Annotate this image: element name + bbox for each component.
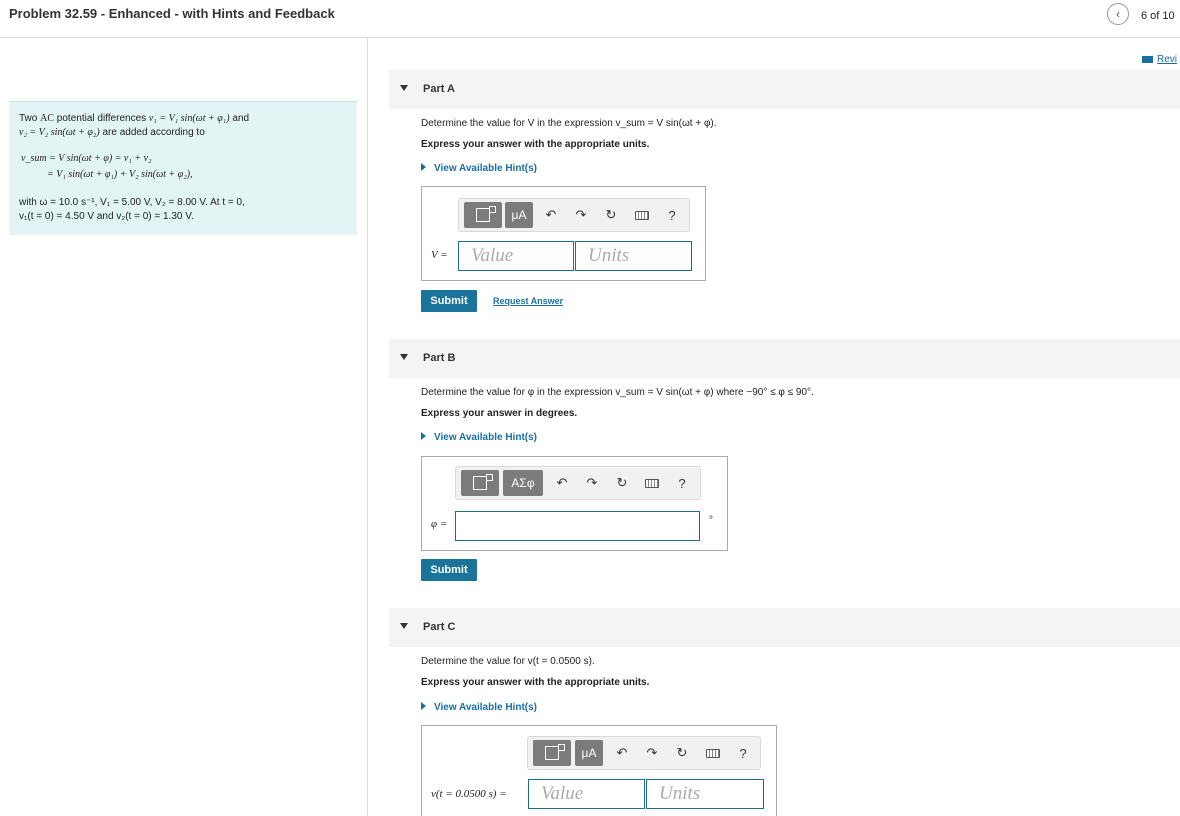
part-a-instruction: Express your answer with the appropriate… xyxy=(421,139,650,150)
sum-equation-expanded: = V₁ sin(ωt + φ₁) + V₂ sin(ωt + φ₂), xyxy=(47,169,193,180)
part-c-toolbar: μA ↶ ↷ ↻ ? xyxy=(527,736,761,770)
part-b-question: Determine the value for φ in the express… xyxy=(421,387,814,398)
reset-icon[interactable]: ↻ xyxy=(612,473,632,493)
reset-icon[interactable]: ↻ xyxy=(601,205,621,225)
part-b-variable-label: φ = xyxy=(431,518,448,530)
template-button[interactable] xyxy=(461,470,499,496)
part-a-value-input[interactable]: Value xyxy=(458,241,574,271)
redo-icon[interactable]: ↷ xyxy=(582,473,602,493)
caret-down-icon xyxy=(400,623,408,629)
part-c-question: Determine the value for v(t = 0.0500 s). xyxy=(421,656,595,667)
keyboard-icon[interactable] xyxy=(632,205,652,225)
part-c-value-input[interactable]: Value xyxy=(528,779,645,809)
part-c-units-input[interactable]: Units xyxy=(646,779,764,809)
caret-down-icon xyxy=(400,85,408,91)
review-link[interactable]: Revi xyxy=(1142,54,1177,65)
sum-equation: v_sum = V sin(ωt + φ) = v₁ + v₂ xyxy=(21,153,152,164)
part-b-hint-link[interactable]: View Available Hint(s) xyxy=(421,432,537,443)
caret-down-icon xyxy=(400,354,408,360)
part-b-answer-box: ΑΣφ ↶ ↷ ↻ ? φ = ° xyxy=(421,456,728,551)
part-a-answer-box: μA ↶ ↷ ↻ ? V = Value Units xyxy=(421,186,706,281)
part-a-variable-label: V = xyxy=(431,249,448,261)
part-b-header[interactable]: Part B xyxy=(389,339,1180,378)
part-a-toolbar: μA ↶ ↷ ↻ ? xyxy=(458,198,690,232)
part-b-submit-button[interactable]: Submit xyxy=(421,559,477,581)
part-a-request-answer-link[interactable]: Request Answer xyxy=(493,296,563,306)
part-c-hint-link[interactable]: View Available Hint(s) xyxy=(421,702,537,713)
part-a-question: Determine the value for V in the express… xyxy=(421,118,717,129)
part-a-header[interactable]: Part A xyxy=(389,70,1180,109)
redo-icon[interactable]: ↷ xyxy=(571,205,591,225)
problem-line-2: v₂ = V₂ sin(ωt + φ₂) are added according… xyxy=(19,127,205,138)
given-values: with ω = 10.0 s⁻¹, V₁ = 5.00 V, V₂ = 8.0… xyxy=(19,197,245,208)
part-c-variable-label: v(t = 0.0500 s) = xyxy=(431,788,507,800)
page-title: Problem 32.59 - Enhanced - with Hints an… xyxy=(9,6,335,21)
greek-symbol-button[interactable]: ΑΣφ xyxy=(503,470,543,496)
help-icon[interactable]: ? xyxy=(672,473,692,493)
part-a-hint-link[interactable]: View Available Hint(s) xyxy=(421,163,537,174)
panel-divider xyxy=(367,38,368,816)
units-symbol-button[interactable]: μA xyxy=(575,740,603,766)
part-c-header[interactable]: Part C xyxy=(389,608,1180,647)
template-icon xyxy=(545,744,565,760)
undo-icon[interactable]: ↶ xyxy=(552,473,572,493)
redo-icon[interactable]: ↷ xyxy=(642,743,662,763)
problem-counter: 6 of 10 xyxy=(1141,10,1175,22)
hint-triangle-icon xyxy=(421,702,426,710)
template-icon xyxy=(473,474,493,490)
book-icon xyxy=(1142,55,1153,63)
chevron-left-icon: ‹ xyxy=(1116,7,1120,21)
template-button[interactable] xyxy=(533,740,571,766)
part-b-instruction: Express your answer in degrees. xyxy=(421,408,578,419)
part-c-answer-box: μA ↶ ↷ ↻ ? v(t = 0.0500 s) = Value Units xyxy=(421,725,777,816)
undo-icon[interactable]: ↶ xyxy=(541,205,561,225)
part-a-units-input[interactable]: Units xyxy=(575,241,692,271)
template-icon xyxy=(476,206,496,222)
degree-symbol: ° xyxy=(709,515,713,526)
part-b-value-input[interactable] xyxy=(455,511,700,541)
problem-line-1: Two AC potential differences v₁ = V₁ sin… xyxy=(19,113,250,124)
reset-icon[interactable]: ↻ xyxy=(672,743,692,763)
help-icon[interactable]: ? xyxy=(733,743,753,763)
keyboard-icon[interactable] xyxy=(642,473,662,493)
top-bar: Problem 32.59 - Enhanced - with Hints an… xyxy=(0,0,1180,38)
part-b-toolbar: ΑΣφ ↶ ↷ ↻ ? xyxy=(455,466,701,500)
hint-triangle-icon xyxy=(421,163,426,171)
part-c-instruction: Express your answer with the appropriate… xyxy=(421,677,650,688)
part-a-submit-button[interactable]: Submit xyxy=(421,290,477,312)
help-icon[interactable]: ? xyxy=(662,205,682,225)
keyboard-icon[interactable] xyxy=(703,743,723,763)
units-symbol-button[interactable]: μA xyxy=(505,202,533,228)
initial-conditions: v₁(t = 0) = 4.50 V and v₂(t = 0) = 1.30 … xyxy=(19,211,194,222)
previous-problem-button[interactable]: ‹ xyxy=(1107,3,1129,25)
problem-statement: Two AC potential differences v₁ = V₁ sin… xyxy=(9,101,357,235)
undo-icon[interactable]: ↶ xyxy=(612,743,632,763)
hint-triangle-icon xyxy=(421,432,426,440)
template-button[interactable] xyxy=(464,202,502,228)
